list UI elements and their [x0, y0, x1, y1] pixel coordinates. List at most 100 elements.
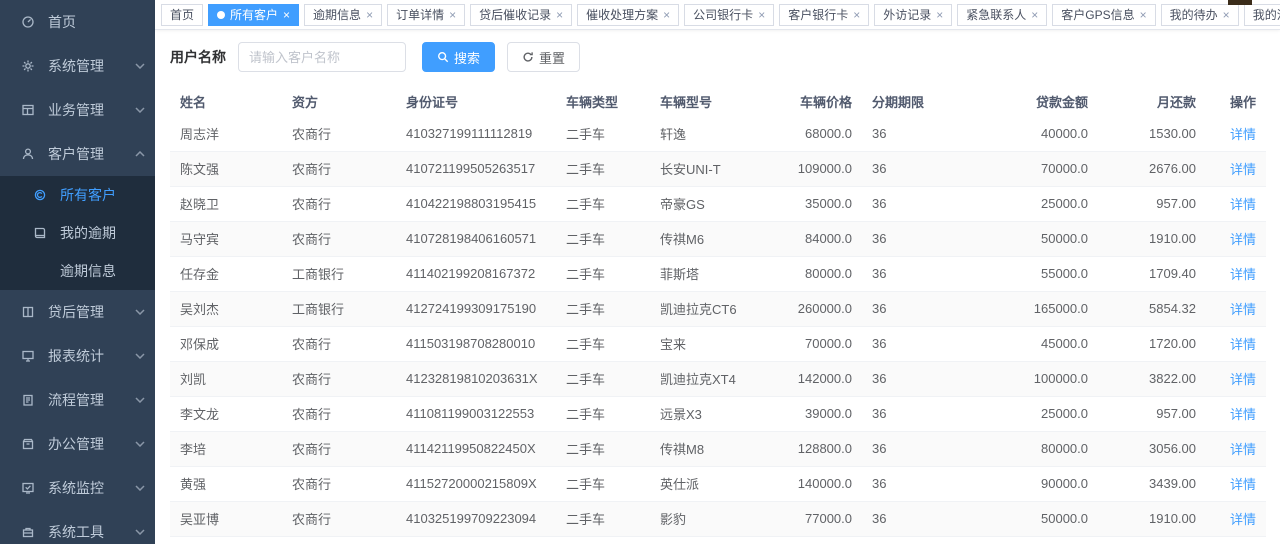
tab-label: 我的待办 [1170, 6, 1218, 23]
sidebar-item-post-loan-management[interactable]: 贷后管理 [0, 290, 155, 334]
cell-funder: 农商行 [282, 466, 396, 501]
cell-name: 刘凯 [170, 361, 282, 396]
detail-link[interactable]: 详情 [1230, 197, 1256, 212]
tab-overdue-info[interactable]: 逾期信息× [304, 4, 382, 26]
sidebar-item-label: 系统工具 [48, 522, 133, 542]
close-icon[interactable]: × [283, 9, 290, 21]
detail-link[interactable]: 详情 [1230, 477, 1256, 492]
cell-name: 周志洋 [170, 116, 282, 151]
chevron-down-icon [133, 309, 147, 315]
cell-name: 陈文强 [170, 151, 282, 186]
cell-id_number: 412724199309175190 [396, 291, 556, 326]
detail-link[interactable]: 详情 [1230, 127, 1256, 142]
sidebar-item-label: 流程管理 [48, 390, 133, 410]
sidebar-item-customer-management[interactable]: 客户管理 [0, 132, 155, 176]
detail-link[interactable]: 详情 [1230, 512, 1256, 527]
cell-vehicle_model: 宝来 [650, 326, 762, 361]
sidebar-item-system-monitoring[interactable]: 系统监控 [0, 466, 155, 510]
sidebar-item-my-overdue[interactable]: 我的逾期 [0, 214, 155, 252]
cell-vehicle_type: 二手车 [556, 361, 650, 396]
cell-term: 36 [862, 431, 978, 466]
cell-monthly_payment: 3439.00 [1098, 466, 1206, 501]
cell-vehicle_type: 二手车 [556, 466, 650, 501]
customer-name-input[interactable] [238, 42, 406, 72]
detail-link[interactable]: 详情 [1230, 162, 1256, 177]
table-row: 刘凯农商行41232819810203631X二手车凯迪拉克XT4142000.… [170, 361, 1266, 396]
tab-customer-gps[interactable]: 客户GPS信息× [1052, 4, 1155, 26]
cell-monthly_payment: 957.00 [1098, 186, 1206, 221]
reset-button[interactable]: 重置 [507, 42, 580, 72]
close-icon[interactable]: × [1031, 9, 1038, 21]
sidebar-item-overdue-info[interactable]: 逾期信息 [0, 252, 155, 290]
detail-link[interactable]: 详情 [1230, 372, 1256, 387]
tab-collection-plan[interactable]: 催收处理方案× [577, 4, 679, 26]
tab-all-customers[interactable]: 所有客户× [208, 4, 299, 26]
cell-action: 详情 [1206, 186, 1266, 221]
cell-loan_amount: 100000.0 [978, 361, 1098, 396]
cell-vehicle_model: 凯迪拉克CT6 [650, 291, 762, 326]
sidebar-item-process-management[interactable]: 流程管理 [0, 378, 155, 422]
close-icon[interactable]: × [366, 9, 373, 21]
tab-collection-records[interactable]: 贷后催收记录× [470, 4, 572, 26]
cell-vehicle_model: 凯迪拉克XT4 [650, 361, 762, 396]
sidebar-item-office-management[interactable]: 办公管理 [0, 422, 155, 466]
cell-action: 详情 [1206, 396, 1266, 431]
cell-id_number: 41142119950822450X [396, 431, 556, 466]
sidebar-item-business-management[interactable]: 业务管理 [0, 88, 155, 132]
close-icon[interactable]: × [936, 9, 943, 21]
cell-name: 黄强 [170, 466, 282, 501]
sidebar-item-report-statistics[interactable]: 报表统计 [0, 334, 155, 378]
detail-link[interactable]: 详情 [1230, 337, 1256, 352]
close-icon[interactable]: × [758, 9, 765, 21]
tab-customer-bankcard[interactable]: 客户银行卡× [779, 4, 869, 26]
table-header-row: 姓名资方身份证号车辆类型车辆型号车辆价格分期期限贷款金额月还款操作 [170, 86, 1266, 116]
detail-link[interactable]: 详情 [1230, 442, 1256, 457]
cell-name: 吴刘杰 [170, 291, 282, 326]
close-icon[interactable]: × [663, 9, 670, 21]
tab-emergency-contacts[interactable]: 紧急联系人× [957, 4, 1047, 26]
cell-name: 李培 [170, 431, 282, 466]
close-icon[interactable]: × [853, 9, 860, 21]
sidebar-item-system-management[interactable]: 系统管理 [0, 44, 155, 88]
chevron-down-icon [133, 529, 147, 535]
search-toolbar: 用户名称 搜索 重置 [170, 42, 1265, 72]
gear-icon [20, 58, 36, 74]
cell-vehicle_price: 80000.0 [762, 256, 862, 291]
tab-my-process[interactable]: 我的流程× [1244, 4, 1280, 26]
tab-label: 我的流程 [1253, 6, 1280, 23]
sidebar-item-label: 首页 [48, 12, 147, 32]
detail-link[interactable]: 详情 [1230, 267, 1256, 282]
tab-visit-records[interactable]: 外访记录× [874, 4, 952, 26]
tab-my-todo[interactable]: 我的待办 × [1161, 4, 1239, 26]
archive-icon [20, 436, 36, 452]
cell-loan_amount: 50000.0 [978, 501, 1098, 536]
cell-vehicle_type: 二手车 [556, 116, 650, 151]
cell-action: 详情 [1206, 221, 1266, 256]
cell-monthly_payment [1098, 536, 1206, 544]
sidebar-item-system-tools[interactable]: 系统工具 [0, 510, 155, 544]
cell-vehicle_price: 109000.0 [762, 151, 862, 186]
search-button[interactable]: 搜索 [422, 42, 495, 72]
close-icon[interactable]: × [1140, 9, 1147, 21]
sidebar-item-home[interactable]: 首页 [0, 0, 155, 44]
tab-company-bankcard[interactable]: 公司银行卡× [684, 4, 774, 26]
close-icon[interactable]: × [1223, 9, 1230, 21]
tab-home[interactable]: 首页 [161, 4, 203, 26]
cell-vehicle_price: 35000.0 [762, 186, 862, 221]
tab-order-detail[interactable]: 订单详情× [387, 4, 465, 26]
table-row: 陈文强农商行410721199505263517二手车长安UNI-T109000… [170, 151, 1266, 186]
detail-link[interactable]: 详情 [1230, 232, 1256, 247]
chevron-down-icon [133, 397, 147, 403]
cell-term: 36 [862, 396, 978, 431]
detail-link[interactable]: 详情 [1230, 302, 1256, 317]
close-icon[interactable]: × [449, 9, 456, 21]
sidebar-item-all-customers[interactable]: 所有客户 [0, 176, 155, 214]
detail-link[interactable]: 详情 [1230, 407, 1256, 422]
cell-funder: 农商行 [282, 431, 396, 466]
column-header-term: 分期期限 [862, 86, 978, 116]
chevron-down-icon [133, 485, 147, 491]
sidebar-menu: 首页系统管理业务管理客户管理所有客户我的逾期逾期信息贷后管理报表统计流程管理办公… [0, 0, 155, 544]
cell-vehicle_price: 260000.0 [762, 291, 862, 326]
close-icon[interactable]: × [556, 9, 563, 21]
cell-vehicle_type: 二手车 [556, 186, 650, 221]
